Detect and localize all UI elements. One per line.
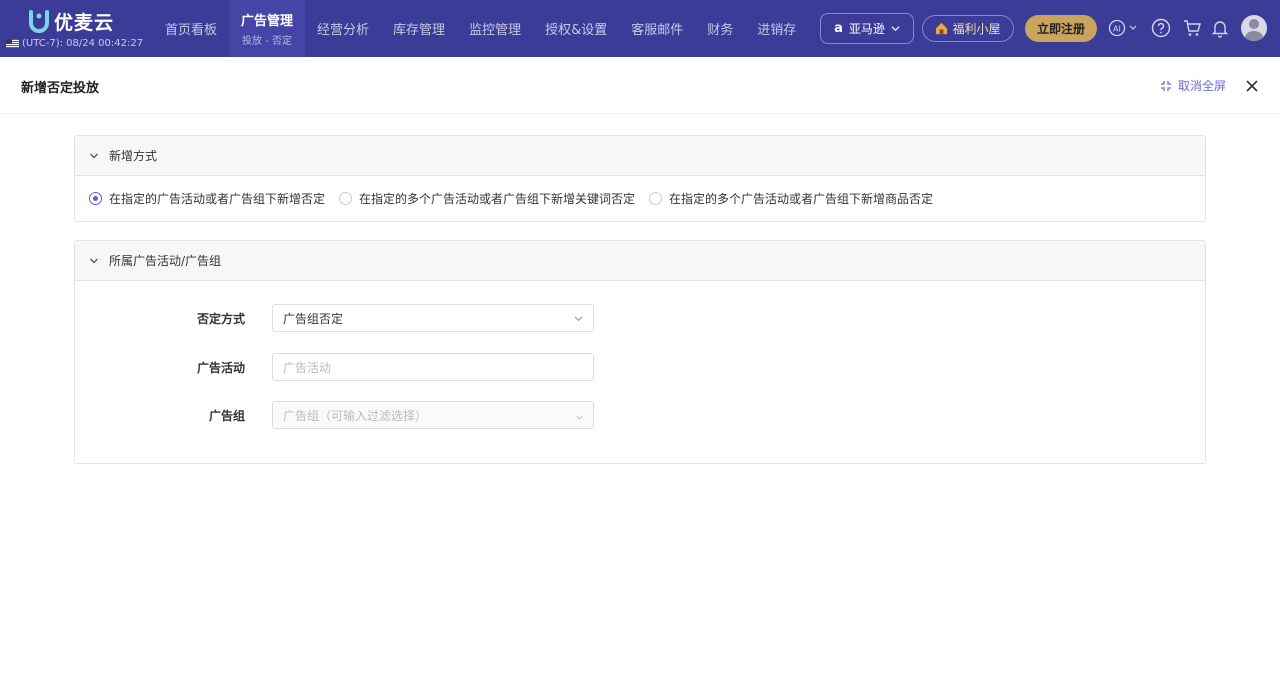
method-option-multi-keyword[interactable]: 在指定的多个广告活动或者广告组下新增关键词否定	[339, 190, 635, 207]
nav-purchase-sales-stock[interactable]: 进销存	[745, 0, 808, 57]
nav-label: 广告管理	[241, 14, 294, 29]
svg-text:AI: AI	[1113, 25, 1121, 34]
adgroup-select[interactable]: 广告组（可输入过滤选择）	[272, 401, 594, 429]
chevron-down-icon	[90, 153, 98, 158]
ai-assistant-icon[interactable]: AI	[1107, 17, 1141, 39]
welfare-house-button[interactable]: 福利小屋	[922, 15, 1014, 42]
method-option-multi-product[interactable]: 在指定的多个广告活动或者广告组下新增商品否定	[649, 190, 933, 207]
method-option-single[interactable]: 在指定的广告活动或者广告组下新增否定	[89, 190, 325, 207]
logo[interactable]: 优麦云	[28, 8, 114, 35]
adgroup-row: 广告组 广告组（可输入过滤选择）	[75, 401, 1205, 429]
method-panel: 新增方式 在指定的广告活动或者广告组下新增否定 在指定的多个广告活动或者广告组下…	[74, 135, 1206, 222]
nav-label: 首页看板	[165, 23, 218, 38]
exit-fullscreen-label: 取消全屏	[1178, 79, 1227, 93]
method-panel-title: 新增方式	[109, 149, 158, 163]
method-panel-header[interactable]: 新增方式	[75, 136, 1205, 176]
nav-label: 监控管理	[469, 23, 522, 38]
exit-fullscreen-button[interactable]: 取消全屏	[1160, 77, 1226, 94]
notification-bell-icon[interactable]	[1209, 17, 1231, 39]
target-panel-header[interactable]: 所属广告活动/广告组	[75, 241, 1205, 281]
nav-inventory[interactable]: 库存管理	[381, 0, 457, 57]
campaign-select[interactable]: 广告活动	[272, 353, 594, 381]
chevron-down-icon	[576, 415, 583, 420]
drawer-title: 新增否定投放	[21, 81, 100, 96]
nav-ad-management[interactable]: 广告管理 投放 - 否定	[229, 0, 306, 57]
nav-label: 财务	[707, 23, 734, 38]
negate-method-row: 否定方式 广告组否定	[75, 304, 1205, 332]
campaign-placeholder: 广告活动	[283, 360, 332, 375]
brand-name: 优麦云	[54, 12, 115, 34]
negate-method-select[interactable]: 广告组否定	[272, 304, 594, 332]
us-flag-icon	[6, 39, 19, 48]
campaign-label: 广告活动	[196, 361, 245, 375]
user-avatar[interactable]	[1241, 15, 1267, 41]
campaign-row: 广告活动 广告活动	[75, 353, 1205, 381]
timezone-text: (UTC-7): 08/24 00:42:27	[22, 38, 144, 49]
radio-label: 在指定的广告活动或者广告组下新增否定	[109, 192, 326, 206]
radio-unchecked-icon	[649, 192, 663, 205]
close-icon[interactable]	[1244, 78, 1260, 94]
nav-finance[interactable]: 财务	[695, 0, 745, 57]
target-panel-title: 所属广告活动/广告组	[109, 254, 222, 268]
radio-label: 在指定的多个广告活动或者广告组下新增商品否定	[669, 192, 934, 206]
nav-customer-email[interactable]: 客服邮件	[619, 0, 695, 57]
drawer-header: 新增否定投放 取消全屏	[0, 57, 1280, 114]
nav-business-analysis[interactable]: 经营分析	[305, 0, 381, 57]
adgroup-placeholder: 广告组（可输入过滤选择）	[283, 408, 428, 423]
negate-method-value: 广告组否定	[283, 311, 344, 326]
logo-icon	[28, 9, 50, 34]
marketplace-label: 亚马逊	[848, 22, 885, 36]
chevron-down-icon	[891, 26, 900, 32]
adgroup-label: 广告组	[208, 409, 245, 423]
register-button[interactable]: 立即注册	[1025, 15, 1097, 42]
nav-label: 库存管理	[393, 23, 446, 38]
chevron-down-icon	[574, 316, 583, 322]
marketplace-selector[interactable]: a 亚马逊	[820, 13, 914, 44]
main-nav: 首页看板 广告管理 投放 - 否定 经营分析 库存管理 监控管理 授权&设置 客…	[153, 0, 808, 57]
top-navigation-bar: 优麦云 (UTC-7): 08/24 00:42:27 首页看板 广告管理 投放…	[0, 0, 1280, 57]
method-radio-group: 在指定的广告活动或者广告组下新增否定 在指定的多个广告活动或者广告组下新增关键词…	[75, 176, 1205, 221]
target-panel: 所属广告活动/广告组 否定方式 广告组否定 广告活动 广告活动 广告组 广告组（…	[74, 240, 1206, 464]
nav-label: 经营分析	[317, 23, 370, 38]
radio-checked-icon	[89, 192, 102, 205]
help-icon[interactable]	[1150, 17, 1172, 39]
house-icon	[936, 22, 948, 35]
radio-unchecked-icon	[339, 192, 353, 205]
radio-label: 在指定的多个广告活动或者广告组下新增关键词否定	[359, 192, 636, 206]
timezone-display: (UTC-7): 08/24 00:42:27	[6, 38, 143, 49]
cart-icon[interactable]	[1181, 17, 1203, 39]
nav-monitoring[interactable]: 监控管理	[457, 0, 533, 57]
nav-label: 进销存	[757, 23, 797, 38]
nav-dashboard[interactable]: 首页看板	[153, 0, 229, 57]
negate-method-label: 否定方式	[196, 312, 245, 326]
amazon-icon: a	[834, 21, 843, 36]
exit-fullscreen-icon	[1161, 80, 1171, 91]
nav-authorization-settings[interactable]: 授权&设置	[533, 0, 619, 57]
nav-label: 客服邮件	[631, 23, 684, 38]
welfare-label: 福利小屋	[952, 22, 1001, 36]
nav-label: 授权&设置	[545, 23, 608, 38]
chevron-down-icon	[90, 258, 98, 263]
nav-sublabel: 投放 - 否定	[242, 36, 292, 47]
